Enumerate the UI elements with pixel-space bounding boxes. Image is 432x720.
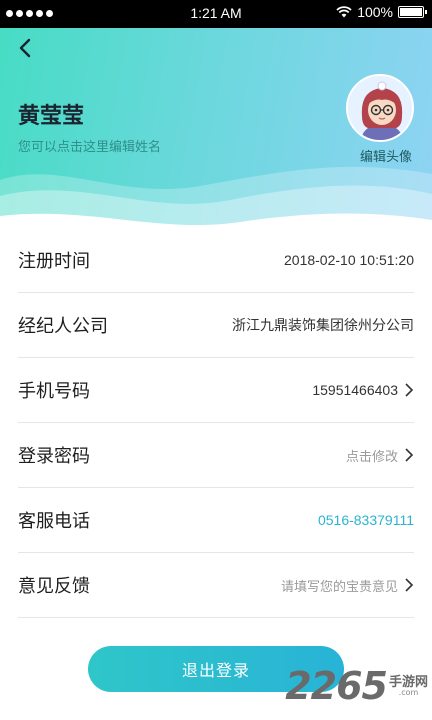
row-feedback[interactable]: 意见反馈 请填写您的宝贵意见 [18, 553, 414, 618]
avatar[interactable] [346, 74, 414, 142]
chevron-right-icon [405, 383, 414, 397]
wifi-icon [336, 6, 352, 18]
status-bar: 1:21 AM 100% [0, 0, 432, 28]
password-change-hint: 点击修改 [345, 448, 398, 464]
watermark-logo: 2265 手游网 .com [285, 664, 428, 708]
row-label: 登录密码 [18, 446, 90, 467]
service-phone-link[interactable]: 0516-83379111 [318, 512, 414, 528]
watermark-site: 手游网 [388, 674, 428, 690]
row-register-time: 注册时间 2018-02-10 10:51:20 [18, 228, 414, 293]
row-label: 手机号码 [18, 381, 90, 402]
row-service-phone: 客服电话 0516-83379111 [18, 488, 414, 553]
profile-header: 黄莹莹 您可以点击这里编辑姓名 编辑头像 [0, 28, 432, 240]
row-agent-company: 经纪人公司 浙江九鼎装饰集团徐州分公司 [18, 293, 414, 358]
battery-icon [398, 6, 427, 18]
row-label: 注册时间 [18, 251, 90, 272]
watermark-domain: .com [398, 687, 419, 697]
row-password[interactable]: 登录密码 点击修改 [18, 423, 414, 488]
row-label: 经纪人公司 [18, 316, 108, 337]
phone-value: 15951466403 [312, 382, 398, 398]
row-label: 意见反馈 [18, 576, 90, 597]
feedback-placeholder: 请填写您的宝贵意见 [280, 578, 398, 594]
header-wave-decoration [0, 166, 432, 240]
battery-percent: 100% [357, 4, 393, 20]
chevron-right-icon [405, 448, 414, 462]
chevron-right-icon [405, 578, 414, 592]
register-time-value: 2018-02-10 10:51:20 [284, 252, 414, 268]
info-list: 注册时间 2018-02-10 10:51:20 经纪人公司 浙江九鼎装饰集团徐… [18, 228, 414, 618]
watermark-number: 2265 [285, 664, 388, 708]
back-button[interactable] [14, 36, 38, 60]
row-label: 客服电话 [18, 511, 90, 532]
avatar-illustration [348, 76, 412, 140]
row-phone[interactable]: 手机号码 15951466403 [18, 358, 414, 423]
agent-company-value: 浙江九鼎装饰集团徐州分公司 [232, 317, 414, 333]
user-name[interactable]: 黄莹莹 [18, 98, 84, 130]
